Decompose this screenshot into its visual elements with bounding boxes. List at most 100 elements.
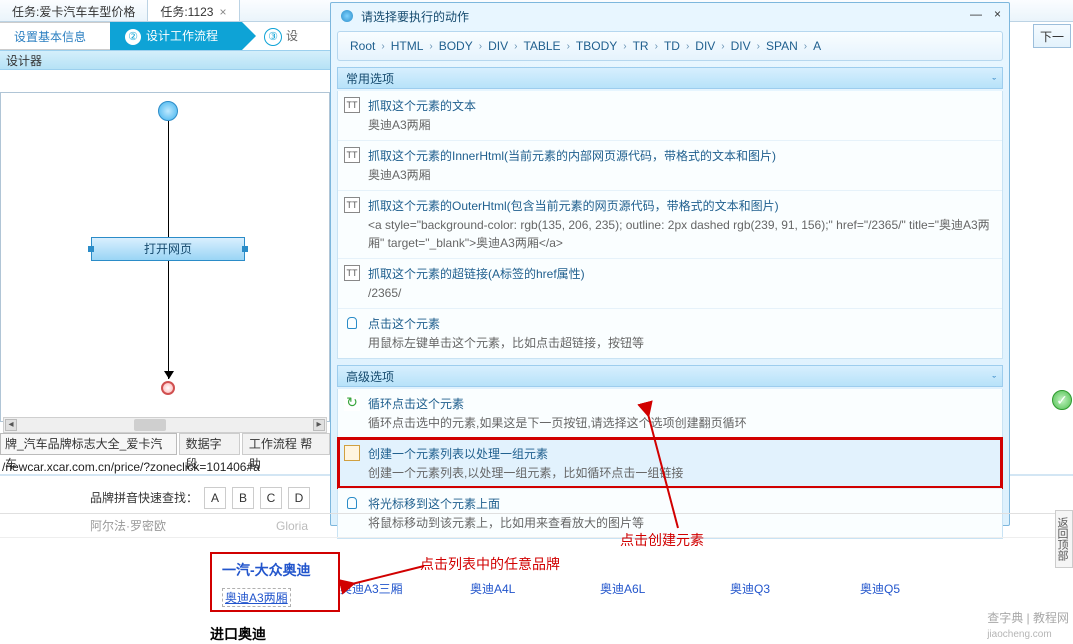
workflow-canvas: 打开网页 ◂ ▸ [0,92,330,422]
option-title: 抓取这个元素的OuterHtml(包含当前元素的网页源代码，带格式的文本和图片) [368,197,994,214]
letter-filter-B[interactable]: B [232,487,254,509]
common-options-header[interactable]: 常用选项 ˇ [337,67,1003,89]
source-page-label: 牌_汽车品牌标志大全_爱卡汽车 [0,433,177,455]
next-button[interactable]: 下一 [1033,24,1071,48]
brand-group-import-audi[interactable]: 进口奥迪 [210,624,266,644]
common-options-list: TT 抓取这个元素的文本奥迪A3两厢 TT 抓取这个元素的InnerHtml(当前元素… [337,91,1003,359]
option-description: 奥迪A3两厢 [368,116,994,134]
popup-title-text: 请选择要执行的动作 [361,8,469,25]
annotation-text: 点击列表中的任意品牌 [420,556,560,572]
breadcrumb-node[interactable]: Root [344,39,381,53]
brand-row-alfa: 阿尔法·罗密欧 Gloria [0,514,1073,538]
dom-breadcrumb: Root›HTML›BODY›DIV›TABLE›TBODY›TR›TD›DIV… [337,31,1003,61]
annotation-text: 点击创建元素 [620,532,704,548]
step-num-icon: ③ [264,28,282,46]
breadcrumb-node[interactable]: A [807,39,827,53]
annotation-click-create: 点击创建元素 [620,530,704,550]
cursor-icon [344,315,360,331]
document-icon [344,445,360,461]
breadcrumb-node[interactable]: TR [627,39,655,53]
breadcrumb-node[interactable]: TD [658,39,686,53]
minimize-icon[interactable]: — [970,7,982,21]
text-icon: TT [344,265,360,281]
step-num-icon: ② [124,28,142,46]
step-label: 设 [286,29,298,43]
option-description: <a style="background-color: rgb(135, 206… [368,216,994,252]
option-description: 用鼠标左键单击这个元素，比如点击超链接，按钮等 [368,334,994,352]
step-design-workflow[interactable]: ② 设计工作流程 [110,22,242,50]
loop-icon [344,395,360,411]
source-row: 牌_汽车品牌标志大全_爱卡汽车 数据字段 工作流程 帮助 [0,432,330,456]
brand-model[interactable]: Gloria [276,519,308,533]
section-title: 常用选项 [346,72,394,86]
text-icon: TT [344,197,360,213]
scroll-left-icon[interactable]: ◂ [5,419,17,431]
ok-check-icon[interactable]: ✓ [1052,390,1072,410]
tab-label: 任务:1123 [160,5,213,19]
breadcrumb-node[interactable]: DIV [725,39,757,53]
letter-filter-D[interactable]: D [288,487,310,509]
scroll-right-icon[interactable]: ▸ [313,419,325,431]
step-basic-info[interactable]: 设置基本信息 [0,22,110,50]
check-glyph: ✓ [1056,392,1068,408]
close-icon[interactable]: × [219,5,226,19]
annotation-arrow-left [346,560,426,593]
action-option[interactable]: TT 抓取这个元素的InnerHtml(当前元素的内部网页源代码，带格式的文本和图… [338,140,1002,190]
tab-task-1[interactable]: 任务:爱卡汽车车型价格 [0,0,148,21]
brand-model-link[interactable]: 奥迪A4L [470,580,600,597]
brand-group-faw-audi: 一汽-大众奥迪 奥迪A3两厢 [210,552,340,612]
option-description: 奥迪A3两厢 [368,166,994,184]
letter-filter-A[interactable]: A [204,487,226,509]
action-option[interactable]: TT 抓取这个元素的文本奥迪A3两厢 [338,91,1002,140]
tab-data-fields[interactable]: 数据字段 [179,433,240,455]
brand-model-link[interactable]: 奥迪A6L [600,580,730,597]
action-option[interactable]: TT 抓取这个元素的OuterHtml(包含当前元素的网页源代码，带格式的文本和图… [338,190,1002,258]
step-label: 设计工作流程 [146,29,218,43]
text-icon: TT [344,97,360,113]
text-icon: TT [344,147,360,163]
back-to-top-tab[interactable]: 返回顶部 [1055,510,1073,568]
brand-group-title[interactable]: 一汽-大众奥迪 [222,560,328,580]
breadcrumb-node[interactable]: DIV [689,39,721,53]
breadcrumb-node[interactable]: TBODY [570,39,623,53]
close-icon[interactable]: × [994,7,1001,21]
watermark: 查字典 | 教程网 jiaocheng.com [987,609,1069,640]
breadcrumb-node[interactable]: DIV [482,39,514,53]
side-tab-label: 返回顶部 [1056,517,1068,561]
option-description: /2365/ [368,284,994,302]
canvas-inner[interactable]: 打开网页 [1,93,329,421]
brand-model-highlighted[interactable]: 奥迪A3两厢 [222,588,291,607]
letter-filter-C[interactable]: C [260,487,282,509]
letter-filter: ABCD [204,487,310,509]
watermark-main: 查字典 | 教程网 [987,611,1069,625]
brand-name[interactable]: 阿尔法·罗密欧 [90,517,166,534]
breadcrumb-node[interactable]: TABLE [517,39,566,53]
start-node-icon[interactable] [158,101,178,121]
brand-browser: 品牌拼音快速查找： ABCD 阿尔法·罗密欧 Gloria 一汽-大众奥迪 奥迪… [0,482,1073,538]
breadcrumb-node[interactable]: HTML [385,39,430,53]
breadcrumb-node[interactable]: BODY [433,39,479,53]
open-webpage-node[interactable]: 打开网页 [91,237,245,261]
action-option[interactable]: 点击这个元素用鼠标左键单击这个元素，比如点击超链接，按钮等 [338,308,1002,358]
option-title: 抓取这个元素的InnerHtml(当前元素的内部网页源代码，带格式的文本和图片) [368,147,994,164]
brand-model-link[interactable]: 奥迪Q5 [860,580,990,597]
scroll-thumb[interactable] [134,419,166,431]
end-node-icon[interactable] [161,381,175,395]
next-label: 下一 [1040,30,1064,44]
node-label: 打开网页 [144,242,192,256]
brand-model-link[interactable]: 奥迪Q3 [730,580,860,597]
watermark-sub: jiaocheng.com [987,629,1051,640]
tab-workflow-help[interactable]: 工作流程 帮助 [242,433,330,455]
tab-task-2[interactable]: 任务:1123 × [148,0,239,21]
advanced-options-header[interactable]: 高级选项 ˇ [337,365,1003,387]
step-3[interactable]: ③设 [242,22,322,50]
url-text: /newcar.xcar.com.cn/price/?zoneclick=101… [2,460,260,474]
brand-search-row: 品牌拼音快速查找： ABCD [0,482,1073,514]
action-option[interactable]: TT抓取这个元素的超链接(A标签的href属性)/2365/ [338,258,1002,308]
octopus-icon [339,8,355,24]
breadcrumb-node[interactable]: SPAN [760,39,804,53]
brand-model-list: 奥迪A3三厢奥迪A4L奥迪A6L奥迪Q3奥迪Q5 [340,580,990,597]
option-title: 抓取这个元素的文本 [368,97,994,114]
horizontal-scrollbar[interactable]: ◂ ▸ [3,417,327,433]
popup-titlebar[interactable]: 请选择要执行的动作 — × [331,3,1009,29]
